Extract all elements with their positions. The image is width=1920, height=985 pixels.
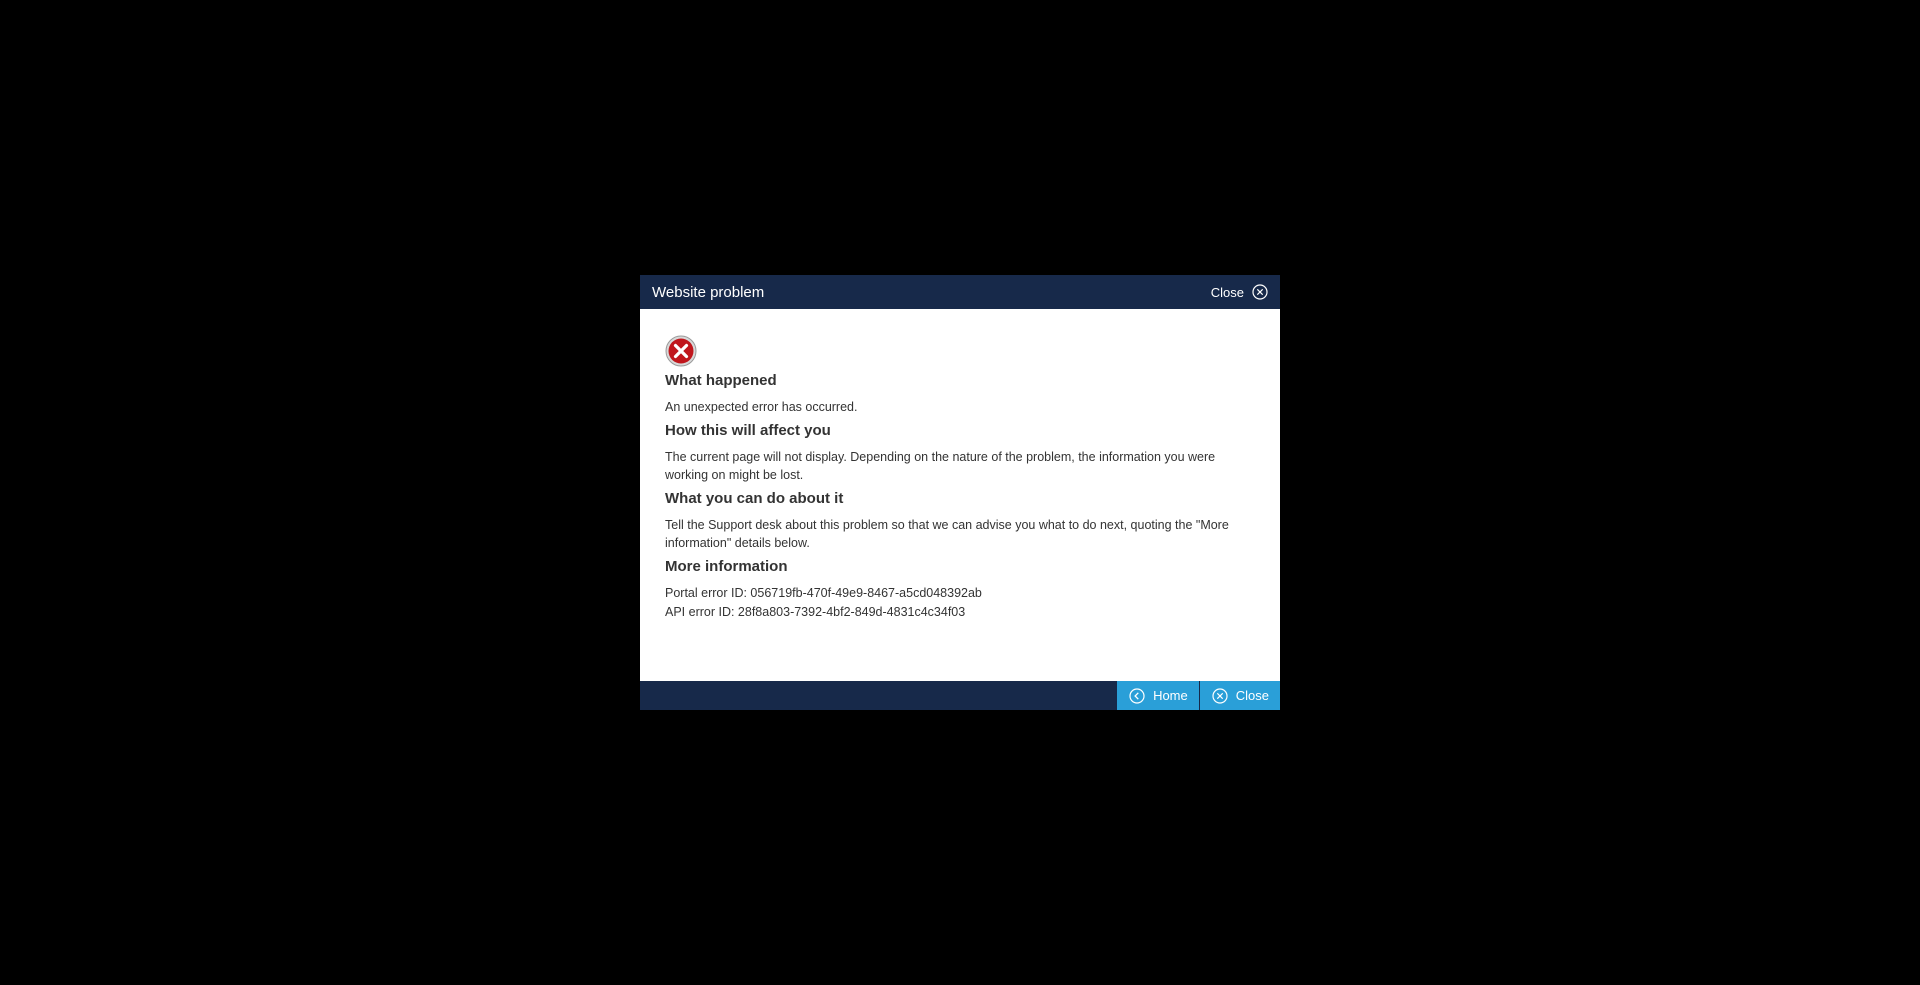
- close-circle-icon: [1212, 687, 1228, 704]
- how-affect-text: The current page will not display. Depen…: [665, 450, 1216, 482]
- more-info-heading: More information: [665, 558, 788, 575]
- api-error-id: API error ID: 28f8a803-7392-4bf2-849d-48…: [665, 605, 966, 619]
- portal-error-id: Portal error ID: 056719fb-470f-49e9-8467…: [665, 586, 982, 600]
- close-button-label: Close: [1235, 688, 1269, 703]
- home-button-label: Home: [1153, 688, 1188, 703]
- dialog-title: Website problem: [652, 283, 765, 301]
- chevron-left-circle-icon: [1129, 687, 1145, 704]
- what-happened-heading: What happened: [665, 372, 777, 389]
- dialog-footer: Home Close: [640, 681, 1280, 710]
- header-close-label: Close: [1210, 284, 1244, 300]
- how-affect-heading: How this will affect you: [665, 422, 831, 439]
- dialog-body: What happened An unexpected error has oc…: [640, 309, 1280, 681]
- error-x-icon: [665, 335, 697, 367]
- what-to-do-text: Tell the Support desk about this problem…: [665, 518, 1229, 550]
- what-to-do-heading: What you can do about it: [665, 490, 844, 507]
- home-button[interactable]: Home: [1116, 681, 1199, 710]
- dialog-header: Website problem Close: [640, 275, 1280, 309]
- close-button[interactable]: Close: [1198, 681, 1280, 710]
- header-close-button[interactable]: Close: [1211, 284, 1268, 300]
- error-dialog: Website problem Close What happened An u…: [640, 275, 1280, 710]
- close-circle-icon: [1252, 284, 1268, 300]
- what-happened-text: An unexpected error has occurred.: [665, 400, 858, 414]
